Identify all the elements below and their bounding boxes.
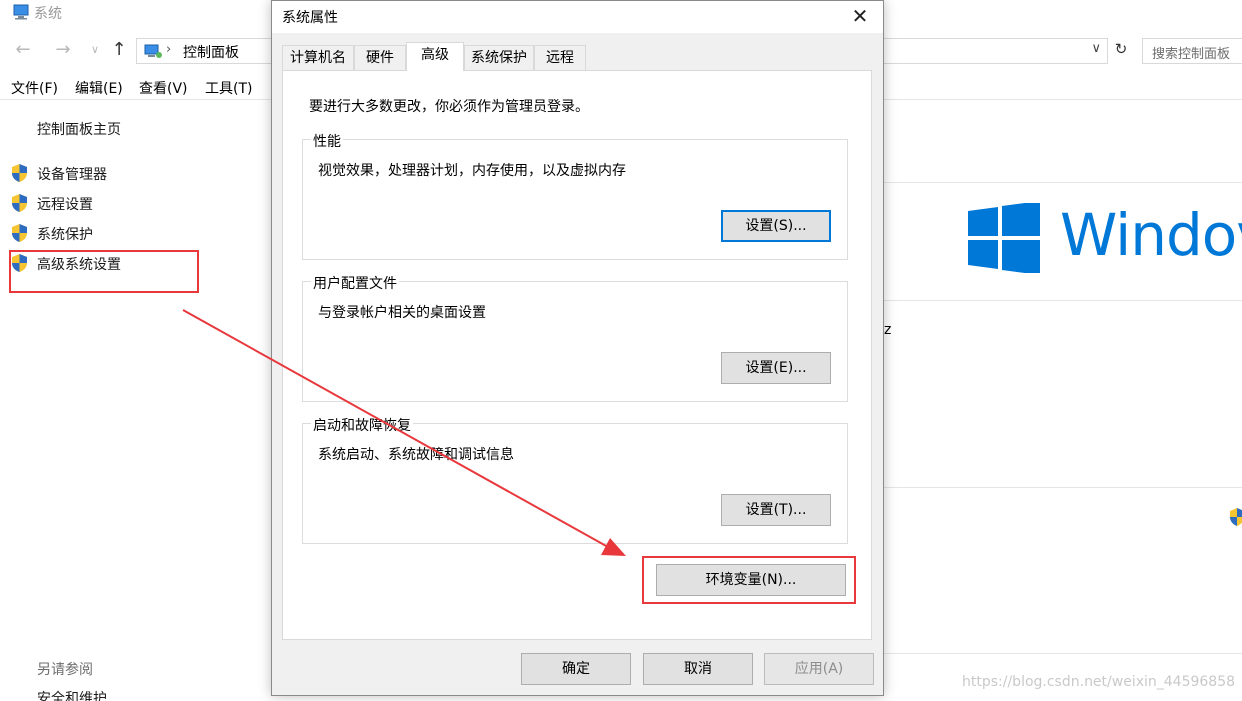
user-profiles-group: 用户配置文件 与登录帐户相关的桌面设置 设置(E)...	[302, 273, 848, 402]
address-bar[interactable]: › 控制面板	[136, 38, 273, 64]
user-profiles-desc: 与登录帐户相关的桌面设置	[318, 305, 486, 321]
cancel-button[interactable]: 取消	[643, 653, 753, 685]
search-input[interactable]: 搜索控制面板	[1142, 38, 1242, 64]
recent-chevron-icon[interactable]: ∨	[84, 39, 106, 61]
see-also-heading: 另请参阅	[37, 662, 93, 678]
refresh-icon[interactable]: ↻	[1110, 40, 1132, 62]
search-placeholder: 搜索控制面板	[1152, 47, 1231, 62]
user-profiles-title: 用户配置文件	[311, 273, 399, 293]
tab-remote[interactable]: 远程	[534, 45, 586, 70]
tab-system-protection[interactable]: 系统保护	[464, 45, 534, 70]
dialog-titlebar[interactable]: 系统属性 ✕	[272, 1, 883, 33]
section-divider	[884, 182, 1242, 183]
windows-wordmark: Windov	[1060, 201, 1242, 269]
back-arrow-icon[interactable]: ←	[12, 39, 34, 61]
breadcrumb-control-panel[interactable]: 控制面板	[183, 42, 239, 62]
section-divider	[884, 487, 1242, 488]
menu-view[interactable]: 查看(V)	[139, 78, 188, 98]
forward-arrow-icon[interactable]: →	[52, 39, 74, 61]
performance-title: 性能	[311, 131, 343, 151]
menu-edit[interactable]: 编辑(E)	[75, 78, 123, 98]
sidebar-item-label: 设备管理器	[37, 167, 107, 183]
sidebar-item-label: 系统保护	[37, 227, 93, 243]
sidebar-control-panel-home[interactable]: 控制面板主页	[37, 119, 121, 139]
tab-hardware[interactable]: 硬件	[354, 45, 406, 70]
dialog-title: 系统属性	[282, 10, 338, 26]
startup-recovery-title: 启动和故障恢复	[311, 415, 413, 435]
address-bar-extension[interactable]: ∨	[884, 38, 1108, 64]
annotation-box-environment-variables	[642, 556, 856, 604]
breadcrumb-separator: ›	[166, 42, 172, 57]
section-divider	[884, 300, 1242, 301]
performance-desc: 视觉效果，处理器计划，内存使用，以及虚拟内存	[318, 163, 626, 179]
up-arrow-icon[interactable]: ↑	[108, 39, 130, 61]
screenshot-stage: { "window": { "title": "系统", "breadcrumb…	[0, 0, 1242, 701]
windows-logo-icon	[968, 203, 1040, 273]
uac-shield-icon	[12, 194, 27, 212]
sidebar-item-label: 远程设置	[37, 197, 93, 213]
startup-recovery-settings-button[interactable]: 设置(T)...	[721, 494, 831, 526]
uac-shield-icon	[12, 224, 27, 242]
annotation-box-advanced-settings	[9, 250, 199, 293]
user-profiles-settings-button[interactable]: 设置(E)...	[721, 352, 831, 384]
see-also-security-link[interactable]: 安全和维护	[37, 688, 107, 701]
ok-button[interactable]: 确定	[521, 653, 631, 685]
startup-recovery-desc: 系统启动、系统故障和调试信息	[318, 447, 514, 463]
background-window-title: 系统	[34, 6, 62, 22]
menu-tools[interactable]: 工具(T)	[205, 78, 252, 98]
menu-file[interactable]: 文件(F)	[11, 78, 58, 98]
startup-recovery-group: 启动和故障恢复 系统启动、系统故障和调试信息 设置(T)...	[302, 415, 848, 544]
system-computer-icon	[13, 4, 29, 20]
section-divider	[884, 653, 1242, 654]
system-info-fragment: z	[884, 322, 892, 338]
watermark-text: https://blog.csdn.net/weixin_44596858	[962, 674, 1236, 690]
close-icon[interactable]: ✕	[843, 2, 877, 30]
uac-shield-icon	[1230, 508, 1242, 526]
performance-group: 性能 视觉效果，处理器计划，内存使用，以及虚拟内存 设置(S)...	[302, 131, 848, 260]
control-panel-icon	[144, 44, 162, 58]
advanced-tab-panel: 要进行大多数更改，你必须作为管理员登录。 性能 视觉效果，处理器计划，内存使用，…	[282, 70, 872, 640]
address-dropdown-icon[interactable]: ∨	[1091, 41, 1101, 56]
tab-advanced[interactable]: 高级	[406, 42, 464, 71]
performance-settings-button[interactable]: 设置(S)...	[721, 210, 831, 242]
uac-shield-icon	[12, 164, 27, 182]
apply-button[interactable]: 应用(A)	[764, 653, 874, 685]
admin-note: 要进行大多数更改，你必须作为管理员登录。	[309, 99, 589, 115]
tab-computer-name[interactable]: 计算机名	[282, 45, 354, 70]
